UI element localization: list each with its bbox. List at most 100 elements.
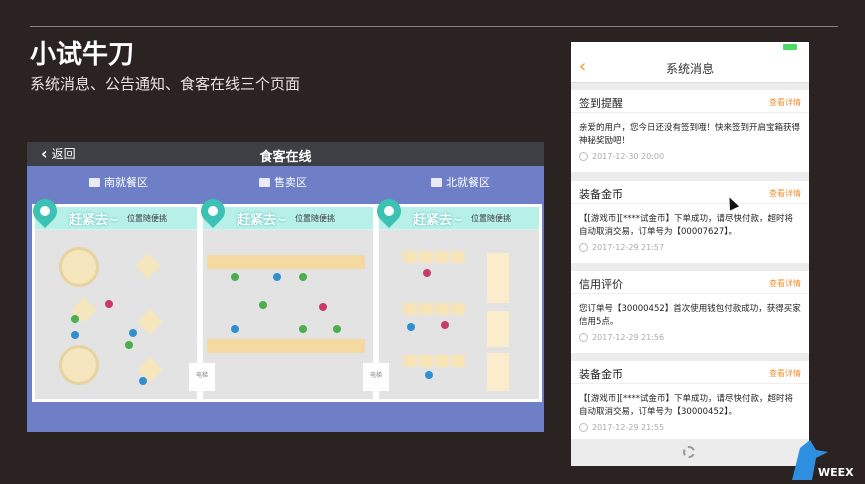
message-body: 【[游戏币][****试金币】下单成功，请尽快付款，超时将自动取消交易，订单号为… (579, 214, 793, 237)
message-time: 2017-12-29 21:57 (592, 243, 665, 252)
card-header: 签到提醒 查看详情 (571, 90, 809, 113)
message-time-row: 2017-12-30 20:00 (571, 148, 809, 167)
diner (231, 273, 239, 281)
diner (105, 300, 113, 308)
message-time: 2017-12-30 20:00 (592, 152, 665, 161)
south-dining-hall[interactable]: 赶紧去~ 位置随便挑 (28, 194, 200, 402)
diner (423, 269, 431, 277)
long-table (487, 311, 509, 347)
building-icon (89, 177, 100, 187)
square-table (137, 309, 163, 335)
message-card[interactable]: 装备金币 查看详情 【[游戏币][****试金币】下单成功，请尽快付款，超时将自… (571, 361, 809, 439)
banner-tip-text: 位置随便挑 (295, 214, 335, 223)
weex-logo: WEEX (788, 440, 858, 480)
building-icon (431, 177, 442, 187)
table (419, 355, 433, 367)
food-counter (207, 255, 365, 269)
view-details-link[interactable]: 查看详情 (769, 368, 801, 379)
table (451, 251, 465, 263)
message-title: 信用评价 (579, 278, 623, 291)
diner (407, 323, 415, 331)
table (403, 251, 417, 263)
message-card[interactable]: 装备金币 查看详情 【[游戏币][****试金币】下单成功，请尽快付款，超时将自… (571, 181, 809, 263)
zone-label-text: 南就餐区 (104, 176, 148, 189)
sale-hall[interactable]: 赶紧去~ 位置随便挑 电梯 (189, 194, 376, 402)
card-header: 信用评价 查看详情 (571, 271, 809, 294)
diner (299, 325, 307, 333)
square-table (135, 253, 161, 279)
go-banner[interactable]: 赶紧去~ 位置随便挑 (372, 194, 539, 230)
long-table (487, 353, 509, 391)
elevator: 电梯 (189, 363, 215, 391)
elevator: 电梯 (363, 363, 389, 391)
slide-subtitle: 系统消息、公告通知、食客在线三个页面 (30, 75, 301, 93)
diner (425, 371, 433, 379)
message-body: 【[游戏币][****试金币】下单成功，请尽快付款，超时将自动取消交易，订单号为… (579, 394, 793, 417)
diner (319, 303, 327, 311)
go-banner[interactable]: 赶紧去~ 位置随便挑 (196, 194, 373, 230)
message-body: 亲爱的用户，您今日还没有签到哦！快来签到开启宝箱获得神秘奖励吧！ (579, 123, 801, 146)
location-pin-icon (28, 194, 62, 228)
zone-label-north: 北就餐区 (431, 174, 490, 190)
north-dining-hall[interactable]: 赶紧去~ 位置随便挑 电梯 (363, 194, 542, 402)
diner-online-screen: ‹ 返回 食客在线 南就餐区 售卖区 北就餐区 赶紧去~ 位置随便挑 赶紧去~ … (27, 142, 544, 432)
system-messages-screen: ‹ 系统消息 签到提醒 查看详情 亲爱的用户，您今日还没有签到哦！快来签到开启宝… (571, 42, 809, 466)
view-details-link[interactable]: 查看详情 (769, 97, 801, 108)
table (403, 355, 417, 367)
clock-icon (579, 333, 588, 342)
clock-icon (579, 243, 588, 252)
banner-go-text: 赶紧去~ (413, 213, 463, 228)
diner (441, 321, 449, 329)
battery-icon (783, 44, 797, 50)
diner (273, 273, 281, 281)
banner-go-text: 赶紧去~ (237, 213, 287, 228)
slide-title: 小试牛刀 (30, 40, 135, 70)
message-time: 2017-12-29 21:55 (592, 423, 665, 432)
diner (299, 273, 307, 281)
zone-label-text: 北就餐区 (446, 176, 490, 189)
view-details-link[interactable]: 查看详情 (769, 188, 801, 199)
clock-icon (579, 152, 588, 161)
loading-spinner-icon (683, 446, 695, 458)
nav-title: 系统消息 (665, 62, 714, 76)
message-body: 您订单号【30000452】首次使用钱包付款成功，获得买家信用5点。 (579, 304, 801, 327)
clock-icon (579, 423, 588, 432)
table (435, 251, 449, 263)
banner-go-text: 赶紧去~ (69, 213, 119, 228)
view-details-link[interactable]: 查看详情 (769, 278, 801, 289)
message-title: 装备金币 (579, 188, 623, 201)
table (435, 355, 449, 367)
message-time-row: 2017-12-29 21:56 (571, 329, 809, 348)
location-pin-icon (372, 194, 406, 228)
diner (231, 325, 239, 333)
message-card[interactable]: 信用评价 查看详情 您订单号【30000452】首次使用钱包付款成功，获得买家信… (571, 271, 809, 353)
diner (259, 301, 267, 309)
message-title: 装备金币 (579, 368, 623, 381)
map-header: ‹ 返回 食客在线 (27, 142, 544, 166)
diner (125, 341, 133, 349)
table (419, 303, 433, 315)
message-card[interactable]: 签到提醒 查看详情 亲爱的用户，您今日还没有签到哦！快来签到开启宝箱获得神秘奖励… (571, 90, 809, 172)
go-banner[interactable]: 赶紧去~ 位置随便挑 (28, 194, 197, 230)
message-time-row: 2017-12-29 21:55 (571, 419, 809, 438)
top-divider (30, 26, 838, 27)
brand-name: WEEX (818, 466, 854, 479)
table (435, 303, 449, 315)
banner-tip-text: 位置随便挑 (127, 214, 167, 223)
diner (333, 325, 341, 333)
banner-tip-text: 位置随便挑 (471, 214, 511, 223)
table (451, 303, 465, 315)
register-icon (259, 177, 270, 187)
zone-label-text: 售卖区 (274, 176, 307, 189)
card-header: 装备金币 查看详情 (571, 181, 809, 204)
diner (129, 329, 137, 337)
round-table (59, 247, 99, 287)
long-table (487, 253, 509, 303)
diner (71, 315, 79, 323)
card-header: 装备金币 查看详情 (571, 361, 809, 384)
map-title: 食客在线 (259, 150, 312, 165)
food-counter (207, 339, 365, 353)
round-table (59, 345, 99, 385)
location-pin-icon (196, 194, 230, 228)
table (419, 251, 433, 263)
